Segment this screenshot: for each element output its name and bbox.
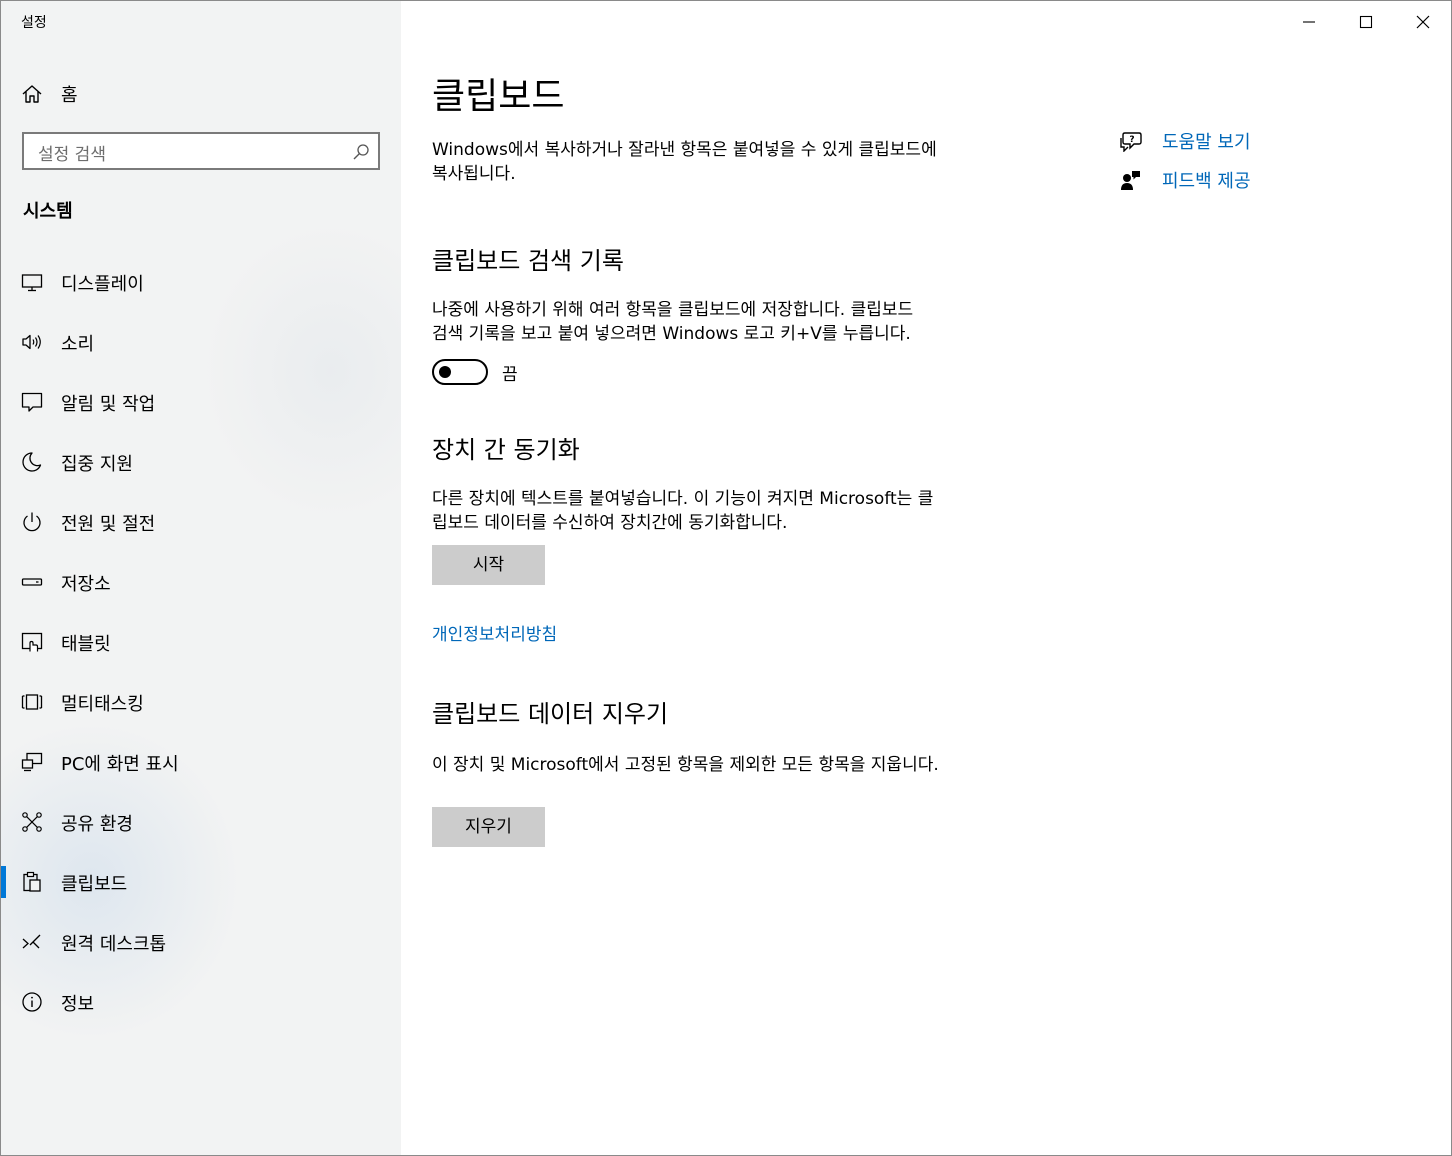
moon-icon <box>21 451 43 473</box>
clear-button[interactable]: 지우기 <box>432 807 545 847</box>
intro-line-2: 복사됩니다. <box>432 163 516 184</box>
search-icon[interactable] <box>352 143 370 161</box>
toggle-knob <box>439 366 451 378</box>
clear-heading: 클립보드 데이터 지우기 <box>432 700 669 728</box>
maximize-button[interactable] <box>1337 1 1394 41</box>
sidebar-item-shared-experiences[interactable]: 공유 환경 <box>1 792 401 852</box>
sidebar-item-label: 소리 <box>61 334 95 355</box>
intro-line-1: Windows에서 복사하거나 잘라낸 항목은 붙여넣을 수 있게 클립보드에 <box>432 140 937 160</box>
speaker-icon <box>21 331 43 353</box>
section-title-system: 시스템 <box>23 201 73 222</box>
help-chat-icon: ? <box>1120 130 1142 152</box>
sidebar-item-label: PC에 화면 표시 <box>61 754 179 775</box>
sync-desc-line-2: 립보드 데이터를 수신하여 장치간에 동기화합니다. <box>432 512 788 533</box>
history-desc-line-1: 나중에 사용하기 위해 여러 항목을 클립보드에 저장합니다. 클립보드 <box>432 300 914 320</box>
svg-text:?: ? <box>1129 135 1134 145</box>
remote-desktop-icon <box>21 931 43 953</box>
home-nav-item[interactable]: 홈 <box>1 73 401 113</box>
sidebar-item-storage[interactable]: 저장소 <box>1 552 401 612</box>
sidebar-item-sound[interactable]: 소리 <box>1 312 401 372</box>
share-icon <box>21 811 43 833</box>
sidebar-item-project[interactable]: PC에 화면 표시 <box>1 732 401 792</box>
sidebar: 설정 홈 설정 검색 시스템 디스플레이 소리 알림 및 작업 집중 지원 전원… <box>1 1 401 1155</box>
project-icon <box>21 751 43 773</box>
page-title: 클립보드 <box>432 76 565 117</box>
sidebar-item-about[interactable]: 정보 <box>1 972 401 1032</box>
get-help-link[interactable]: ? 도움말 보기 <box>1120 128 1320 154</box>
sync-desc-line-1: 다른 장치에 텍스트를 붙여넣습니다. 이 기능이 켜지면 Microsoft는… <box>432 489 934 509</box>
get-help-label: 도움말 보기 <box>1162 132 1251 153</box>
sync-heading: 장치 간 동기화 <box>432 436 580 464</box>
sidebar-item-clipboard[interactable]: 클립보드 <box>1 852 401 912</box>
sidebar-item-label: 태블릿 <box>61 634 111 655</box>
sync-description: 다른 장치에 텍스트를 붙여넣습니다. 이 기능이 켜지면 Microsoft는… <box>432 488 992 535</box>
notification-icon <box>21 391 43 413</box>
clipboard-history-toggle[interactable] <box>432 359 488 385</box>
multitasking-icon <box>21 691 43 713</box>
sidebar-item-label: 클립보드 <box>61 874 128 895</box>
sidebar-item-tablet[interactable]: 태블릿 <box>1 612 401 672</box>
home-icon <box>21 83 43 105</box>
power-icon <box>21 511 43 533</box>
app-title: 설정 <box>21 15 47 31</box>
sidebar-item-label: 알림 및 작업 <box>61 394 156 415</box>
storage-icon <box>21 571 43 593</box>
sidebar-item-label: 멀티태스킹 <box>61 694 144 715</box>
sidebar-item-display[interactable]: 디스플레이 <box>1 252 401 312</box>
sidebar-item-label: 저장소 <box>61 574 111 595</box>
settings-search-input[interactable]: 설정 검색 <box>22 132 380 170</box>
sidebar-nav: 디스플레이 소리 알림 및 작업 집중 지원 전원 및 절전 저장소 태블릿 멀… <box>1 252 401 1032</box>
info-icon <box>21 991 43 1013</box>
home-label: 홈 <box>61 85 78 106</box>
sidebar-item-multitasking[interactable]: 멀티태스킹 <box>1 672 401 732</box>
sidebar-item-notifications[interactable]: 알림 및 작업 <box>1 372 401 432</box>
sidebar-item-label: 공유 환경 <box>61 814 133 835</box>
tablet-icon <box>21 631 43 653</box>
close-button[interactable] <box>1394 1 1451 41</box>
give-feedback-label: 피드백 제공 <box>1162 171 1251 192</box>
sidebar-item-focus-assist[interactable]: 집중 지원 <box>1 432 401 492</box>
sidebar-item-remote-desktop[interactable]: 원격 데스크톱 <box>1 912 401 972</box>
history-description: 나중에 사용하기 위해 여러 항목을 클립보드에 저장합니다. 클립보드 검색 … <box>432 299 992 346</box>
settings-window: 설정 홈 설정 검색 시스템 디스플레이 소리 알림 및 작업 집중 지원 전원… <box>0 0 1452 1156</box>
search-placeholder: 설정 검색 <box>38 145 106 165</box>
give-feedback-link[interactable]: 피드백 제공 <box>1120 167 1320 193</box>
sidebar-item-label: 디스플레이 <box>61 274 144 295</box>
display-icon <box>21 271 43 293</box>
minimize-button[interactable] <box>1280 1 1337 41</box>
sidebar-item-power[interactable]: 전원 및 절전 <box>1 492 401 552</box>
intro-text: Windows에서 복사하거나 잘라낸 항목은 붙여넣을 수 있게 클립보드에 … <box>432 139 992 186</box>
toggle-state-label: 끔 <box>502 365 518 385</box>
sync-start-button[interactable]: 시작 <box>432 545 545 585</box>
privacy-policy-link[interactable]: 개인정보처리방침 <box>432 620 557 645</box>
history-desc-line-2: 검색 기록을 보고 붙여 넣으려면 Windows 로고 키+V를 누릅니다. <box>432 323 911 344</box>
clipboard-icon <box>21 871 43 893</box>
sidebar-item-label: 정보 <box>61 994 95 1015</box>
sidebar-item-label: 원격 데스크톱 <box>61 934 167 955</box>
clear-description: 이 장치 및 Microsoft에서 고정된 항목을 제외한 모든 항목을 지웁… <box>432 755 939 775</box>
sidebar-item-label: 전원 및 절전 <box>61 514 156 535</box>
history-heading: 클립보드 검색 기록 <box>432 247 624 275</box>
sidebar-item-label: 집중 지원 <box>61 454 133 475</box>
feedback-icon <box>1120 169 1142 191</box>
